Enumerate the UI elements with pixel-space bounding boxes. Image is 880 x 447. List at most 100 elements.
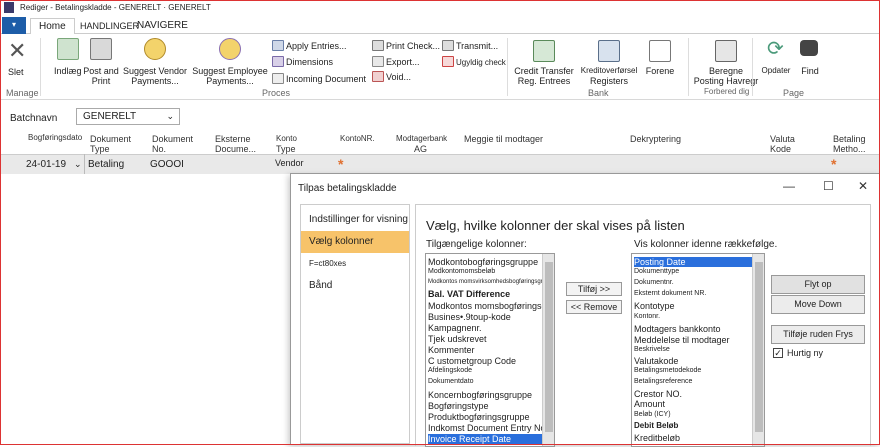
apply-entries-icon — [272, 40, 284, 51]
remove-column-button[interactable]: << Remove — [566, 300, 622, 314]
post-print-label-2: Print — [91, 76, 111, 86]
col-header-message-to-recipient[interactable]: Meggie til modtager — [464, 134, 543, 144]
available-columns-list[interactable]: Modkontobogføringsgruppe Modkontomomsbel… — [425, 253, 555, 447]
dimensions-button[interactable]: Dimensions — [272, 56, 333, 67]
void-button[interactable]: Void... — [372, 71, 411, 82]
move-down-button[interactable]: Move Down — [771, 295, 865, 314]
list-item[interactable]: Dokumenttype — [634, 267, 679, 277]
list-item[interactable]: Posting Date — [634, 257, 752, 267]
app-menu-button[interactable]: ▾ — [2, 17, 26, 34]
batch-name-label: Batchnavn — [10, 113, 58, 124]
table-row[interactable] — [0, 154, 880, 174]
col-header-line: Docume... — [215, 144, 257, 154]
export-button[interactable]: Export... — [372, 56, 420, 67]
transmit-button[interactable]: Transmit... — [442, 40, 498, 51]
cell-account-type[interactable]: Vendor — [275, 158, 304, 168]
apply-entries-button[interactable]: Apply Entries... — [272, 40, 347, 51]
list-item[interactable]: Bal. VAT Difference — [428, 289, 510, 299]
scrollbar-thumb[interactable] — [545, 262, 553, 432]
nav-choose-columns[interactable]: Vælg kolonner — [301, 231, 409, 253]
col-header-line: Metho... — [833, 144, 866, 154]
list-item[interactable]: Indkomst Document Entry No — [428, 423, 546, 433]
list-item[interactable]: Betalingsmetodekode — [634, 366, 701, 376]
list-item[interactable]: Invoice Receipt Date — [428, 434, 542, 444]
col-header-account-type[interactable]: Konto Type — [276, 134, 297, 154]
list-item[interactable]: Modkontomomsbeløb — [428, 267, 495, 277]
col-header-external-document[interactable]: Eksterne Docume... — [215, 134, 256, 154]
add-freeze-pane-button[interactable]: Tilføje ruden Frys — [771, 325, 865, 344]
list-item[interactable]: Beløb (ICY) — [634, 410, 671, 420]
list-item[interactable]: Valutakode — [634, 356, 678, 366]
maximize-icon[interactable]: ☐ — [823, 179, 834, 193]
col-header-posting-date[interactable]: Bogføringsdato — [28, 133, 82, 143]
insert-label: Indlæg — [54, 66, 82, 76]
cell-document-type[interactable]: Betaling — [88, 159, 124, 170]
col-header-line: Konto — [276, 134, 297, 143]
list-item[interactable]: Busines•.9toup-kode — [428, 312, 511, 322]
col-header-line: Betaling — [833, 134, 866, 144]
list-item[interactable]: Dokumentdato — [428, 377, 474, 387]
list-item[interactable]: Koncernbogføringsgruppe — [428, 390, 532, 400]
list-item[interactable]: Debit Beløb — [634, 421, 678, 431]
list-item[interactable]: Kommenter — [428, 345, 475, 355]
tab-navigate[interactable]: NAVIGERE — [137, 18, 188, 35]
shown-scrollbar[interactable] — [752, 254, 764, 446]
shown-columns-list[interactable]: Posting Date Dokumenttype Dokumentnr. Ek… — [631, 253, 765, 447]
quick-entry-checkbox[interactable]: ✓ — [773, 348, 783, 358]
col-header-recipient-bank[interactable]: Modtagerbank AG — [396, 134, 447, 154]
list-item[interactable]: Betalingsreference — [634, 377, 692, 387]
void-check-button[interactable]: Ugyldig check — [442, 56, 506, 68]
binoculars-icon — [800, 40, 818, 56]
list-item[interactable]: Kontonr. — [634, 312, 660, 322]
col-header-document-type[interactable]: Dokument Type — [90, 134, 131, 154]
chevron-down-icon[interactable]: ⌄ — [74, 159, 82, 170]
list-item[interactable]: Kreditbeløb — [634, 433, 680, 443]
nav-factboxes[interactable]: F=ct80xes — [301, 253, 409, 275]
list-item[interactable]: Afdelingskode — [428, 366, 472, 376]
list-item[interactable]: C ustometgroup Code — [428, 356, 516, 366]
nav-display-settings[interactable]: Indstillinger for visning — [301, 209, 409, 231]
list-item[interactable]: Modtagers bankkonto — [634, 324, 721, 334]
col-header-account-no[interactable]: KontoNR. — [340, 134, 375, 144]
list-item[interactable]: Meddelelse til modtager — [634, 335, 730, 345]
cell-document-no[interactable]: GOOOI — [150, 159, 184, 170]
list-item[interactable]: Tjek udskrevet — [428, 334, 487, 344]
tab-home[interactable]: Home — [30, 18, 75, 35]
list-item[interactable]: Modkontos momsbogføringsgruppe — [428, 301, 554, 311]
incoming-document-button[interactable]: Incoming Document — [272, 73, 366, 84]
close-icon[interactable]: ✕ — [858, 179, 868, 193]
move-up-button[interactable]: Flyt op — [771, 275, 865, 294]
group-page-label: Page — [783, 88, 805, 98]
scrollbar-thumb[interactable] — [755, 262, 763, 432]
list-item[interactable]: Produktbogføringsgruppe — [428, 412, 530, 422]
reconcile-label: Forene — [645, 66, 675, 76]
suggest-vendor-label-2: Payments... — [131, 76, 179, 86]
list-item[interactable]: Beskrivelse — [634, 345, 670, 355]
coins-user-icon — [219, 38, 241, 60]
available-scrollbar[interactable] — [542, 254, 554, 446]
list-item[interactable]: Kontotype — [634, 301, 675, 311]
batch-name-value: GENERELT — [83, 111, 137, 122]
minimize-icon[interactable]: — — [783, 179, 795, 193]
list-item[interactable]: Crestor NO. — [634, 389, 682, 399]
list-item[interactable]: Bogføringstype — [428, 401, 489, 411]
print-check-button[interactable]: Print Check... — [372, 40, 440, 51]
nav-ribbon[interactable]: Bånd — [301, 275, 409, 297]
list-item[interactable]: Eksternt dokument NR. — [634, 289, 706, 299]
list-item[interactable]: Modkontobogføringsgruppe — [428, 257, 538, 267]
col-header-payment-method[interactable]: Betaling Metho... — [833, 134, 866, 154]
add-column-button[interactable]: Tilføj >> — [566, 282, 622, 296]
list-item[interactable]: Kampagnenr. — [428, 323, 482, 333]
batch-name-select[interactable]: GENERELT ⌄ — [76, 108, 180, 125]
tab-actions[interactable]: HANDLINGER — [80, 18, 139, 35]
col-header-line: No. — [152, 144, 167, 154]
close-icon: ✕ — [8, 38, 27, 63]
list-item[interactable]: Modkontos momsvirksomhedsbogføringsgrupp… — [428, 277, 554, 287]
list-item[interactable]: Amount — [634, 399, 665, 409]
calc-posting-label-1: Beregne — [708, 66, 744, 76]
list-item[interactable]: Dokumentnr. — [634, 278, 674, 288]
col-header-description[interactable]: Dekryptering — [630, 134, 681, 144]
cell-posting-date[interactable]: 24-01-19 — [26, 159, 66, 170]
col-header-document-no[interactable]: Dokument No. — [152, 134, 193, 154]
col-header-currency-code[interactable]: Valuta Kode — [770, 134, 795, 154]
